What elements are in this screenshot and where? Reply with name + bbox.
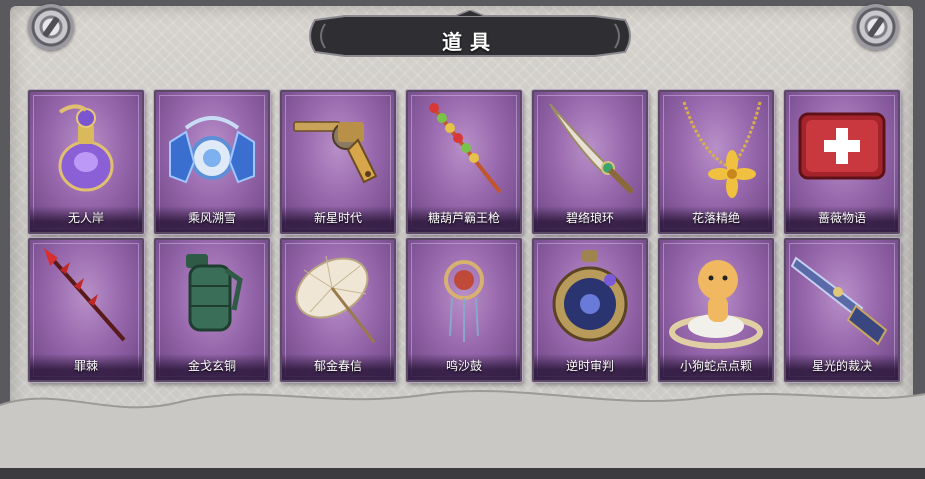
blue-lanterns-icon	[169, 116, 255, 184]
item-card[interactable]: 鸣沙鼓	[406, 238, 522, 382]
starlight-rifle-icon	[790, 256, 888, 346]
dreamcatcher-drum-icon	[444, 260, 484, 342]
item-card[interactable]: 花落精绝	[658, 90, 774, 234]
paper-umbrella-icon	[295, 255, 376, 343]
ornate-potion-icon	[58, 104, 114, 192]
item-card[interactable]: 糖葫芦霸王枪	[406, 90, 522, 234]
bronze-grenade-icon	[186, 254, 243, 332]
item-label: 糖葫芦霸王枪	[427, 211, 500, 225]
thorn-spear-icon	[44, 248, 126, 342]
item-card[interactable]: 蔷薇物语	[784, 90, 900, 234]
jade-blade-icon	[549, 103, 635, 195]
item-card[interactable]: 碧络琅环	[532, 90, 648, 234]
item-label: 蔷薇物语	[817, 211, 866, 225]
item-card[interactable]: 新星时代	[280, 90, 396, 234]
item-label: 小狗蛇点点颗	[679, 359, 752, 373]
page-title: 道具	[442, 30, 498, 54]
compass-ornament-left-icon	[28, 4, 74, 50]
item-card[interactable]: 小狗蛇点点颗	[658, 238, 774, 382]
item-label: 逆时审判	[565, 359, 614, 373]
item-label: 鸣沙鼓	[445, 359, 482, 373]
item-card[interactable]: 金戈玄铜	[154, 238, 270, 382]
golden-flower-necklace-icon	[682, 101, 762, 198]
compass-ornament-right-icon	[853, 4, 899, 50]
item-label: 新星时代	[313, 211, 362, 225]
item-card[interactable]: 罪棘	[28, 238, 144, 382]
title-banner: 道具	[305, 10, 635, 62]
candied-spear-icon	[429, 103, 502, 194]
pocket-watch-icon	[552, 250, 628, 342]
item-label: 郁金春信	[313, 359, 362, 373]
golden-revolver-icon	[293, 121, 378, 184]
item-card[interactable]: 星光的裁决	[784, 238, 900, 382]
item-card[interactable]: 无人岸	[28, 90, 144, 234]
item-label: 罪棘	[73, 359, 98, 373]
item-card[interactable]: 逆时审判	[532, 238, 648, 382]
lucky-snake-icon	[669, 260, 763, 349]
item-label: 乘风溯雪	[187, 211, 236, 225]
medkit-icon	[798, 112, 886, 180]
item-label: 无人岸	[67, 211, 104, 225]
item-card[interactable]: 乘风溯雪	[154, 90, 270, 234]
panel-bottom-frame	[0, 389, 925, 479]
item-card[interactable]: 郁金春信	[280, 238, 396, 382]
item-label: 星光的裁决	[811, 359, 872, 373]
item-label: 金戈玄铜	[187, 359, 236, 373]
item-label: 碧络琅环	[565, 211, 614, 225]
item-label: 花落精绝	[691, 211, 740, 225]
